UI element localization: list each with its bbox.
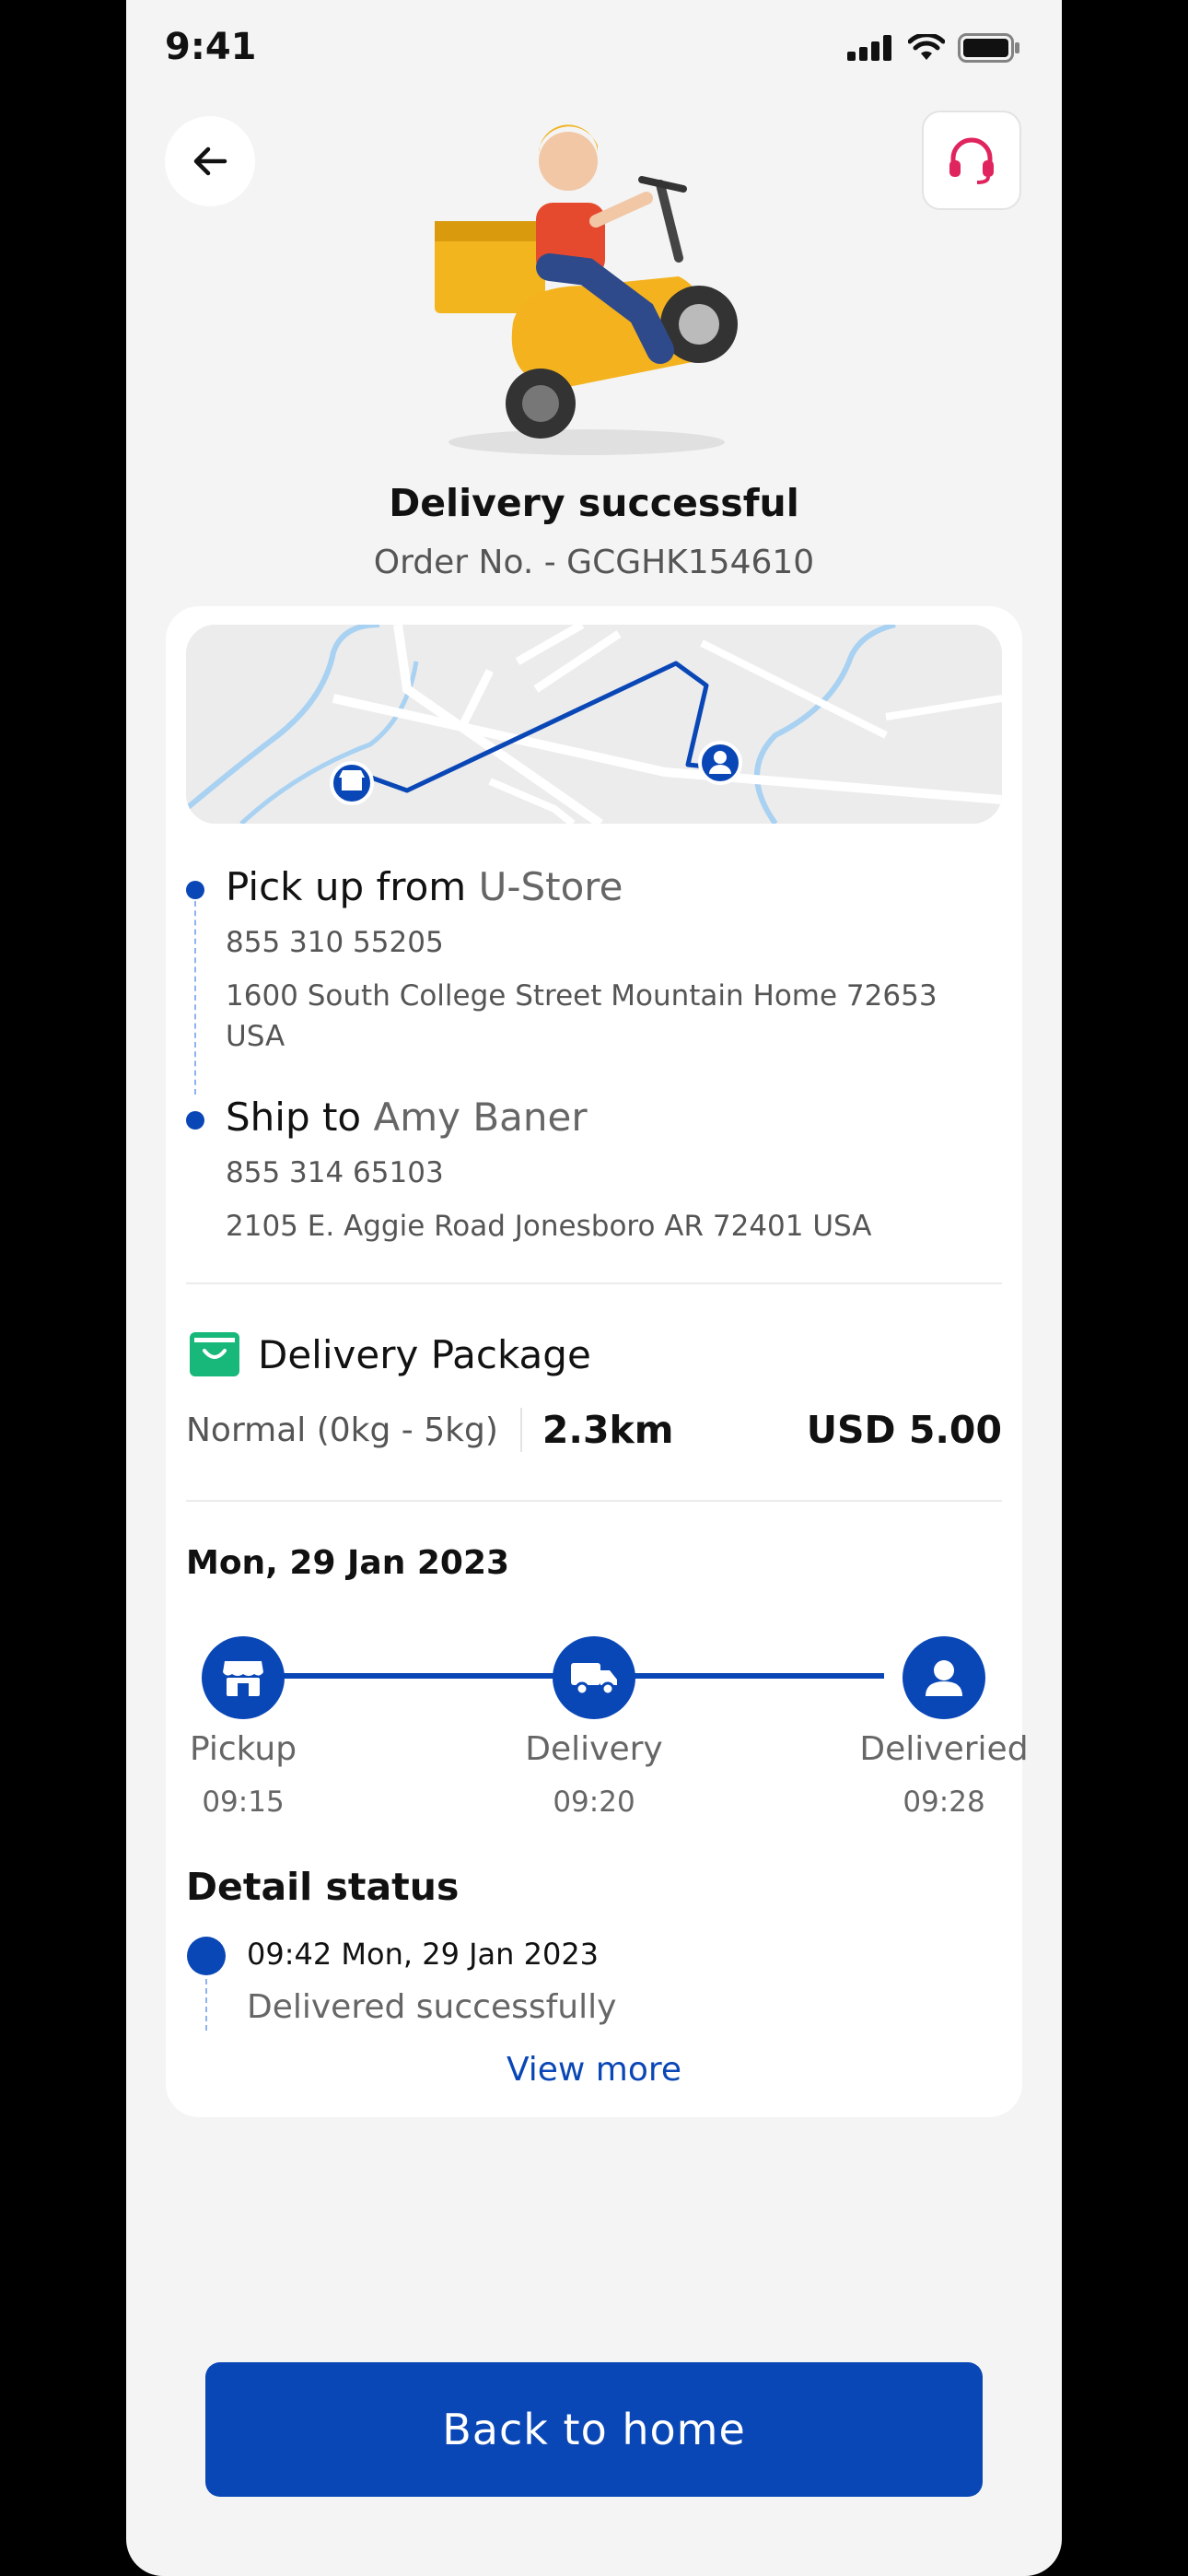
timeline-date: Mon, 29 Jan 2023 (186, 1544, 510, 1582)
ship-section: Ship to Amy Baner 855 314 65103 2105 E. … (226, 1095, 872, 1247)
page-title: Delivery successful (389, 481, 799, 525)
timeline-step-delivered (903, 1636, 985, 1719)
person-icon (926, 1660, 962, 1696)
ship-label: Ship to (226, 1095, 362, 1140)
truck-icon (571, 1663, 617, 1696)
status-text: Delivered successfully (247, 1988, 617, 2026)
pickup-heading: Pick up from U-Store (226, 864, 981, 909)
detail-status-title: Detail status (186, 1865, 460, 1909)
store-icon (223, 1661, 263, 1696)
step-label-pickup: Pickup (189, 1730, 297, 1768)
shopping-bag-icon (190, 1332, 239, 1380)
divider (186, 1282, 1002, 1284)
pickup-store-name: U-Store (478, 864, 623, 909)
view-more-link[interactable]: View more (166, 2051, 1022, 2089)
status-time: 9:41 (165, 26, 257, 68)
pickup-dot (186, 881, 204, 899)
pickup-address: 1600 South College Street Mountain Home … (226, 979, 938, 1053)
ship-address: 2105 E. Aggie Road Jonesboro AR 72401 US… (226, 1210, 872, 1243)
delivery-scooter-illustration (430, 111, 762, 461)
package-separator (519, 1408, 522, 1452)
status-dot (187, 1937, 226, 1975)
headset-icon (949, 137, 994, 184)
step-time-delivered: 09:28 (903, 1786, 985, 1819)
status-timestamp: 09:42 Mon, 29 Jan 2023 (247, 1937, 600, 1972)
step-label-delivery: Delivery (525, 1730, 663, 1768)
pickup-label: Pick up from (226, 864, 467, 909)
package-distance: 2.3km (542, 1408, 674, 1452)
package-row: Normal (0kg - 5kg) 2.3km USD 5.00 (186, 1408, 1002, 1452)
timeline-step-delivery (553, 1636, 635, 1719)
package-price: USD 5.00 (806, 1408, 1002, 1452)
phone-screen: 9:41 Delivery successful Order No. - GCG… (126, 0, 1062, 2576)
pickup-section: Pick up from U-Store 855 310 55205 1600 … (226, 864, 981, 1057)
ship-phone: 855 314 65103 (226, 1156, 444, 1189)
wifi-icon (908, 34, 945, 60)
ship-recipient-name: Amy Baner (373, 1095, 588, 1140)
timeline-step-pickup (202, 1636, 285, 1719)
divider (186, 1500, 1002, 1502)
status-connector (205, 1979, 207, 2031)
ship-dot (186, 1111, 204, 1130)
arrow-left-icon (193, 146, 227, 176)
pickup-phone: 855 310 55205 (226, 926, 444, 959)
ship-heading: Ship to Amy Baner (226, 1095, 872, 1140)
signal-icon (847, 35, 891, 61)
route-map[interactable] (186, 625, 1002, 824)
step-label-delivered: Deliveried (859, 1730, 1029, 1768)
step-time-pickup: 09:15 (202, 1786, 285, 1819)
route-connector (194, 901, 196, 1095)
order-number: Order No. - GCGHK154610 (373, 544, 815, 581)
back-button[interactable] (165, 116, 255, 206)
back-to-home-button[interactable]: Back to home (205, 2362, 983, 2497)
status-bar: 9:41 (126, 0, 1062, 101)
package-title: Delivery Package (258, 1332, 591, 1377)
step-time-delivery: 09:20 (553, 1786, 635, 1819)
support-button[interactable] (922, 111, 1021, 210)
status-icons (847, 33, 1020, 63)
package-type: Normal (0kg - 5kg) (186, 1411, 498, 1449)
order-details-card: Pick up from U-Store 855 310 55205 1600 … (166, 606, 1029, 2117)
battery-icon (958, 33, 1019, 63)
